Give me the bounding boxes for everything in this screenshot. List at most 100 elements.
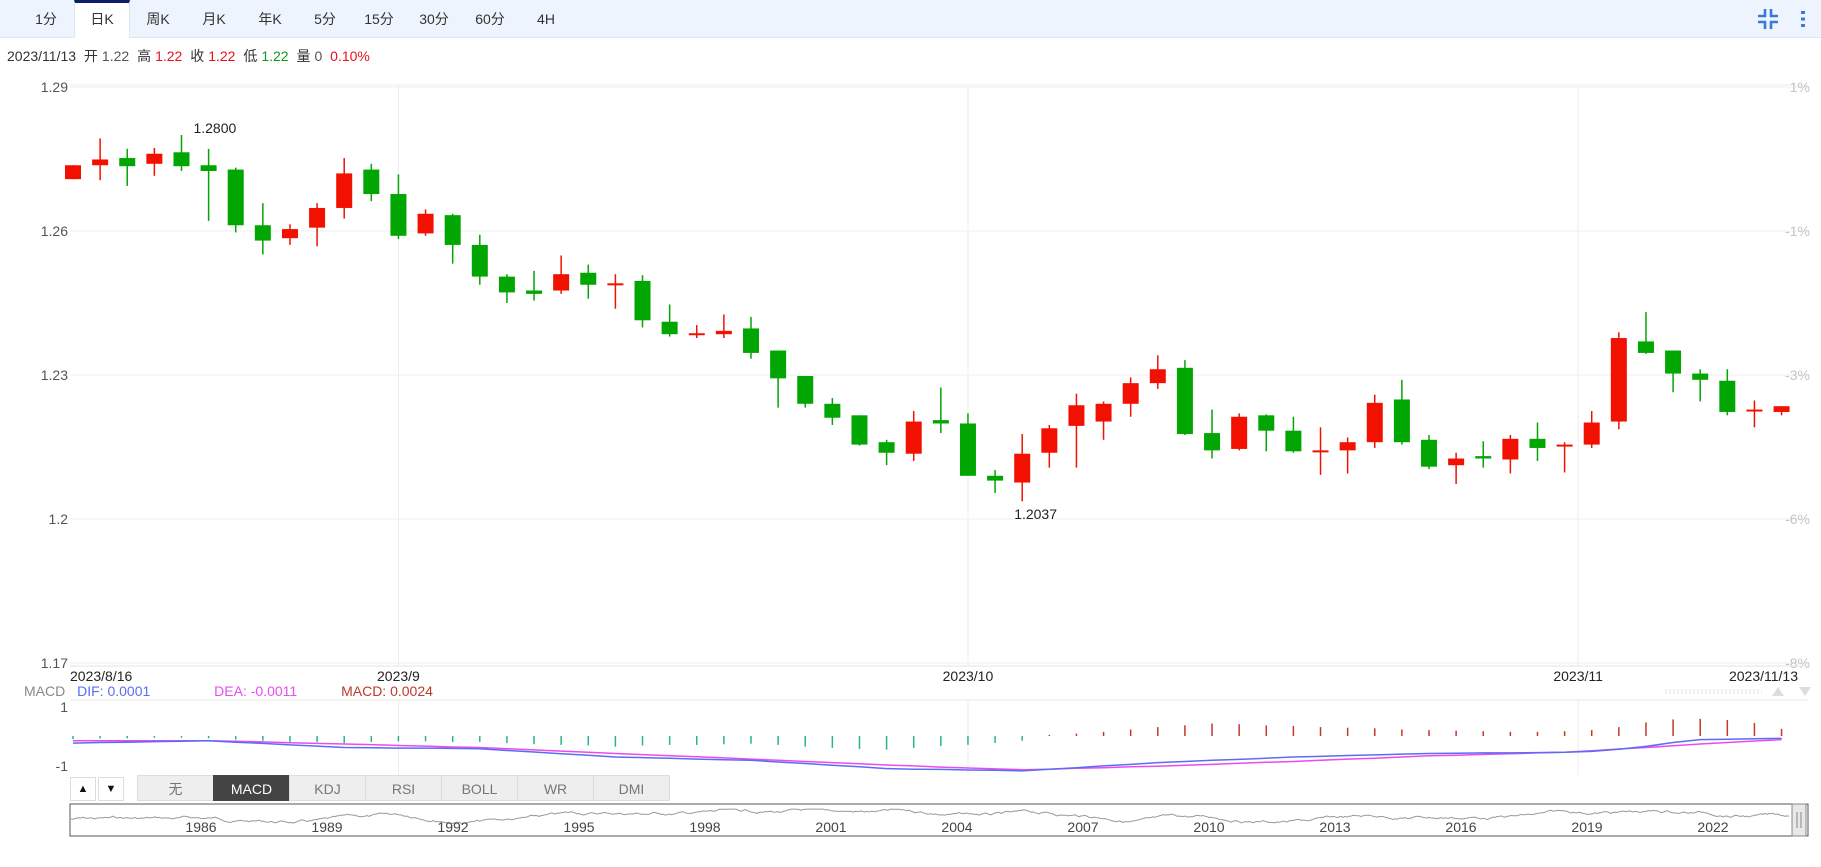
candle-body (1556, 444, 1573, 447)
candle[interactable] (1285, 416, 1302, 453)
candle[interactable] (1502, 435, 1519, 474)
candle[interactable] (119, 148, 136, 186)
indicator-tab-boll[interactable]: BOLL (441, 775, 518, 801)
candle[interactable] (1176, 360, 1193, 435)
candle[interactable] (1583, 411, 1600, 448)
candle[interactable] (1339, 437, 1356, 474)
candle[interactable] (1665, 350, 1682, 393)
candle-body (471, 244, 488, 277)
candle[interactable] (580, 264, 597, 299)
pane-up-button[interactable]: ▲ (70, 777, 96, 801)
candle[interactable] (1637, 312, 1654, 354)
candle[interactable] (526, 270, 543, 301)
candle[interactable] (281, 224, 298, 245)
indicator-tab-macd[interactable]: MACD (213, 775, 290, 801)
candle[interactable] (173, 135, 190, 171)
candle[interactable] (607, 274, 624, 309)
candle[interactable] (390, 174, 407, 240)
candle[interactable] (1529, 422, 1546, 461)
indicator-tab-kdj[interactable]: KDJ (289, 775, 366, 801)
dea-line (73, 738, 1782, 771)
candle[interactable] (1421, 435, 1437, 470)
candle[interactable] (92, 138, 109, 181)
candle[interactable] (1773, 406, 1790, 416)
candle-body (119, 158, 136, 167)
navigator-handle[interactable] (1791, 803, 1807, 837)
candle[interactable] (634, 275, 651, 328)
candle-body (715, 330, 732, 335)
candle[interactable] (1692, 369, 1709, 402)
candle-body (932, 420, 949, 424)
candle[interactable] (309, 203, 326, 247)
candle-body (1041, 428, 1058, 453)
navigator-year-label: 2019 (1571, 819, 1602, 835)
candle[interactable] (688, 325, 705, 339)
candle-body (1366, 402, 1383, 443)
candle[interactable] (363, 163, 380, 202)
candle[interactable] (987, 470, 1004, 494)
candlestick-chart[interactable]: 1.29 1.26 1.23 1.2 1.17 1% -1% -3% -6% -… (0, 0, 1821, 867)
indicator-bar: ▲ ▼ 无 MACD KDJ RSI BOLL WR DMI (0, 775, 1821, 801)
pane-down-button[interactable]: ▼ (98, 777, 124, 801)
candle[interactable] (1610, 332, 1627, 430)
candle-body (905, 421, 922, 454)
candle[interactable] (1149, 355, 1166, 389)
candle[interactable] (553, 255, 570, 294)
navigator-handle-box[interactable] (1791, 803, 1807, 837)
pane-resize-controls[interactable] (1665, 687, 1811, 696)
candle-body (1204, 433, 1221, 451)
candle[interactable] (1095, 401, 1112, 440)
candle[interactable] (905, 411, 922, 461)
candle[interactable] (336, 158, 353, 219)
candle[interactable] (932, 387, 949, 434)
candle-body (824, 403, 841, 418)
candle[interactable] (770, 350, 787, 408)
candle[interactable] (200, 148, 217, 221)
candle-body (634, 280, 651, 321)
candle[interactable] (797, 375, 814, 408)
macd-pane (72, 718, 1783, 772)
candle[interactable] (444, 213, 461, 264)
candle[interactable] (661, 304, 678, 337)
indicator-tab-wr[interactable]: WR (517, 775, 594, 801)
candle-body (1746, 409, 1763, 412)
candle[interactable] (65, 165, 81, 180)
indicator-tab-dmi[interactable]: DMI (593, 775, 670, 801)
candle[interactable] (715, 314, 732, 339)
candle[interactable] (1122, 377, 1139, 417)
candle-body (1475, 456, 1492, 459)
candle[interactable] (1475, 441, 1492, 468)
candle[interactable] (1231, 413, 1248, 451)
candle[interactable] (1258, 414, 1275, 452)
indicator-tab-rsi[interactable]: RSI (365, 775, 442, 801)
candle[interactable] (1746, 400, 1763, 428)
candle[interactable] (1014, 434, 1031, 502)
indicator-tab-none[interactable]: 无 (137, 775, 214, 801)
candle[interactable] (824, 398, 841, 425)
candle[interactable] (227, 167, 244, 233)
candle[interactable] (1366, 394, 1383, 448)
candle-body (1176, 367, 1193, 435)
candle[interactable] (959, 413, 976, 476)
candle[interactable] (878, 439, 895, 466)
candle[interactable] (1556, 442, 1573, 473)
time-navigator[interactable]: 1986 1989 1992 1995 1998 2001 2004 2007 2010 2013… (69, 803, 1809, 837)
candle-body (851, 415, 868, 445)
candle[interactable] (743, 316, 759, 359)
candle[interactable] (1719, 369, 1736, 416)
candle[interactable] (1041, 424, 1058, 468)
candle[interactable] (417, 209, 434, 236)
candle[interactable] (1204, 409, 1221, 459)
candle[interactable] (254, 203, 271, 255)
candle[interactable] (851, 415, 868, 446)
candle[interactable] (1312, 427, 1329, 475)
pane-down-icon[interactable] (1799, 687, 1811, 696)
candle[interactable] (498, 274, 515, 303)
candle[interactable] (471, 234, 488, 285)
candle[interactable] (1393, 379, 1410, 445)
candle[interactable] (1448, 452, 1465, 484)
pane-up-icon[interactable] (1772, 687, 1784, 696)
candle[interactable] (1068, 393, 1085, 468)
candle[interactable] (146, 147, 163, 176)
macd-tick: -1 (56, 758, 69, 774)
